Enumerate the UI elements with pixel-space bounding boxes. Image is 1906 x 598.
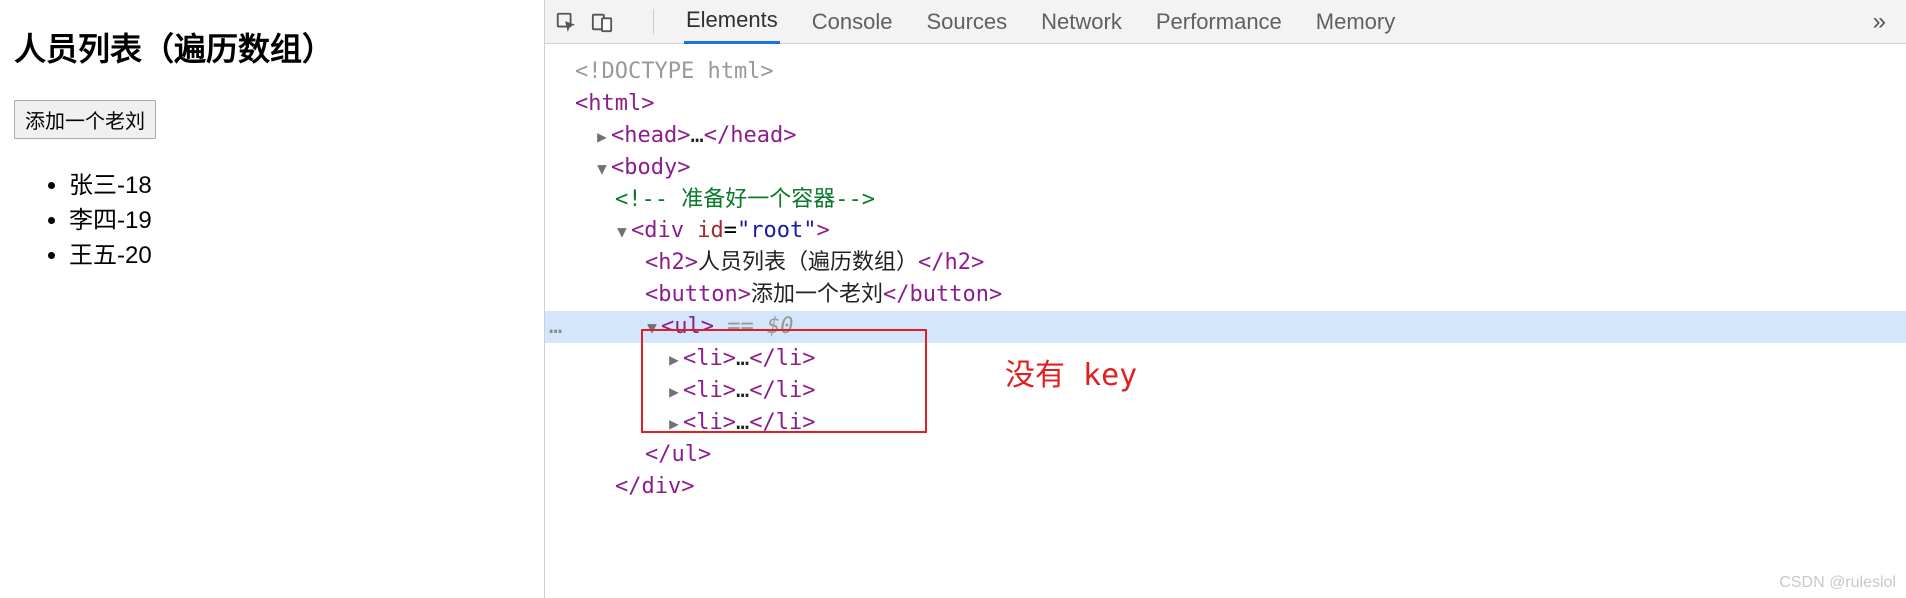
dom-attr-value: "root" [737, 218, 816, 243]
separator [653, 9, 654, 35]
dom-body-open[interactable]: <body> [611, 155, 690, 180]
dom-ellipsis: … [690, 123, 703, 148]
list-item: 李四-19 [69, 204, 530, 239]
dom-button-open[interactable]: <button> [645, 282, 751, 307]
dom-tree[interactable]: <!DOCTYPE html> <html> ▶<head>…</head> ▼… [545, 44, 1906, 598]
tab-performance[interactable]: Performance [1154, 1, 1284, 43]
page-title: 人员列表（遍历数组） [14, 24, 530, 70]
inspect-icon[interactable] [555, 11, 577, 33]
annotation-text: 没有 key [1005, 354, 1137, 398]
annotation-box [641, 329, 927, 433]
dom-html-open[interactable]: <html> [575, 91, 654, 116]
dom-comment: <!-- 准备好一个容器--> [615, 187, 875, 212]
tab-network[interactable]: Network [1039, 1, 1124, 43]
device-toggle-icon[interactable] [591, 11, 613, 33]
tab-console[interactable]: Console [810, 1, 895, 43]
list-item: 王五-20 [69, 239, 530, 274]
collapse-icon[interactable]: ▼ [595, 157, 609, 180]
watermark: CSDN @ruleslol [1779, 574, 1896, 592]
dom-ul-close: </ul> [645, 442, 711, 467]
dom-h2-text: 人员列表（遍历数组） [698, 250, 918, 275]
dom-h2-open[interactable]: <h2> [645, 250, 698, 275]
dom-head-open[interactable]: <head> [611, 123, 690, 148]
devtools-panel: Elements Console Sources Network Perform… [544, 0, 1906, 598]
dom-attr-name: id [697, 218, 724, 243]
gutter-dots-icon[interactable]: … [549, 311, 562, 343]
dom-button-text: 添加一个老刘 [751, 282, 883, 307]
collapse-icon[interactable]: ▼ [615, 220, 629, 243]
dom-head-close: </head> [704, 123, 797, 148]
tab-sources[interactable]: Sources [924, 1, 1009, 43]
tab-elements[interactable]: Elements [684, 0, 780, 44]
expand-icon[interactable]: ▶ [595, 125, 609, 148]
devtools-tabbar: Elements Console Sources Network Perform… [545, 0, 1906, 44]
dom-button-close: </button> [883, 282, 1002, 307]
dom-doctype: <!DOCTYPE html> [575, 59, 774, 84]
tab-memory[interactable]: Memory [1314, 1, 1397, 43]
dom-div-open[interactable]: <div [631, 218, 697, 243]
dom-h2-close: </h2> [918, 250, 984, 275]
tab-overflow-icon[interactable]: » [1873, 8, 1896, 36]
dom-div-close: </div> [615, 474, 694, 499]
list-item: 张三-18 [69, 169, 530, 204]
add-person-button[interactable]: 添加一个老刘 [14, 100, 156, 139]
person-list: 张三-18 李四-19 王五-20 [14, 169, 530, 273]
